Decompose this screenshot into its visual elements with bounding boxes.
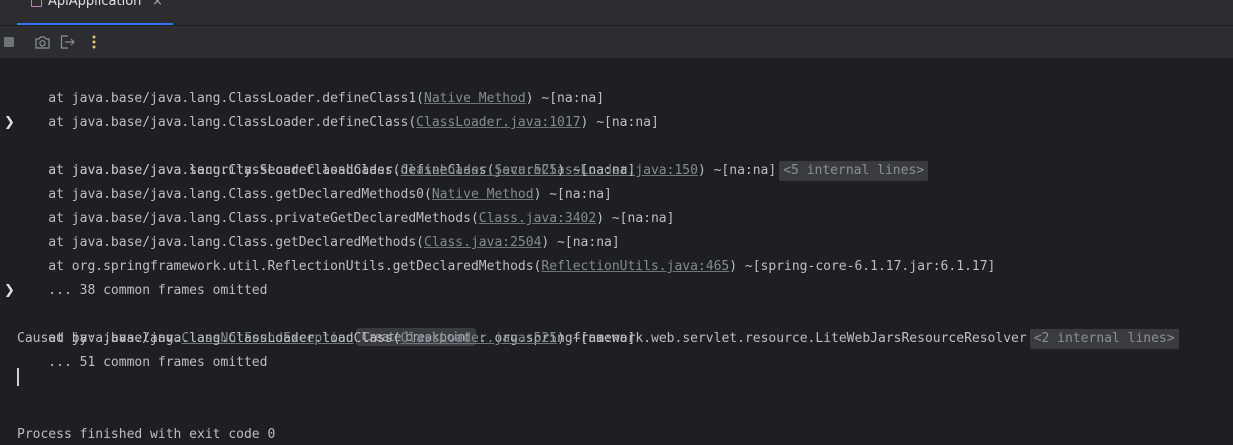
stack-trace-line: at java.base/java.lang.Class.getDeclared… [17,187,612,202]
stop-button[interactable] [1,34,17,50]
stack-trace-line: at java.base/java.lang.ClassLoader.loadC… [17,331,636,346]
text-caret [17,368,19,386]
tab-label: ApiApplication [48,0,142,9]
internal-lines-fold[interactable]: <5 internal lines> [779,161,929,181]
more-button[interactable] [86,34,102,50]
stack-trace-line: at java.base/java.lang.ClassLoader.loadC… [17,163,636,178]
stack-trace-line: at java.base/java.lang.Class.getDeclared… [17,235,620,250]
source-link[interactable]: ClassLoader.java:525 [401,163,558,178]
source-link[interactable]: ClassLoader.java:525 [401,331,558,346]
process-finished-line: Process finished with exit code 0 [17,427,276,442]
stack-trace-line: at java.base/java.lang.ClassLoader.defin… [17,115,659,130]
exit-button[interactable] [60,34,76,50]
source-link[interactable]: ReflectionUtils.java:465 [541,259,729,274]
source-link[interactable]: ClassLoader.java:1017 [416,115,580,130]
camera-icon [34,35,50,49]
caused-by-line: ❯ Caused by: java.lang.ClassNotFoundExce… [0,279,1179,349]
stack-trace-line: at java.base/java.lang.Class.privateGetD… [17,211,675,226]
more-icon [92,35,96,49]
frames-omitted-line: ... 51 common frames omitted [17,355,268,370]
frames-omitted-line: ... 38 common frames omitted [17,283,268,298]
stack-trace-line: ❯ at java.base/java.security.SecureClass… [0,111,929,181]
stack-trace-line: at org.springframework.util.ReflectionUt… [17,259,996,274]
close-icon[interactable]: × [152,0,163,9]
exit-icon [60,35,75,49]
expand-chevron-icon[interactable]: ❯ [4,279,15,303]
source-link[interactable]: Class.java:2504 [424,235,541,250]
application-icon [31,0,42,7]
tab-bar: ApiApplication × [0,0,1233,26]
internal-lines-fold[interactable]: <2 internal lines> [1029,329,1179,349]
expand-chevron-icon[interactable]: ❯ [4,111,15,135]
tab-apiapplication[interactable]: ApiApplication × [17,0,173,25]
stack-trace-line: at java.base/java.lang.ClassLoader.defin… [17,91,605,106]
screenshot-button[interactable] [34,34,50,50]
source-link[interactable]: Native Method [424,91,526,106]
console-toolbar [0,26,1233,58]
source-link[interactable]: Native Method [432,187,534,202]
console-output[interactable]: at java.base/java.lang.ClassLoader.defin… [0,58,1233,445]
source-link[interactable]: Class.java:3402 [479,211,596,226]
stop-icon [4,37,14,47]
